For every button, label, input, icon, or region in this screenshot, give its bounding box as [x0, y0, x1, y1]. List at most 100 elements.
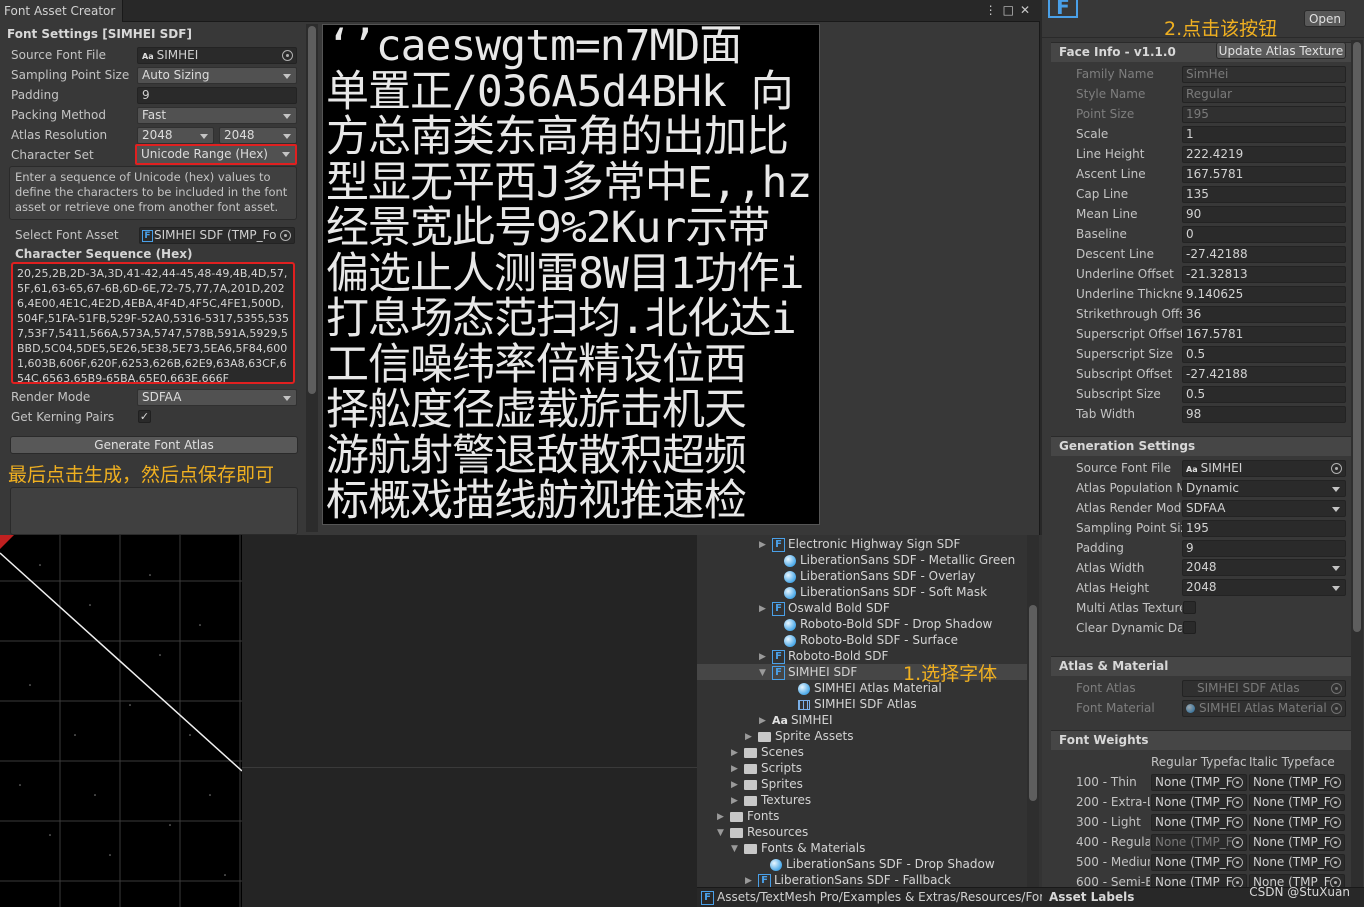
collapsed-arrow-icon[interactable]: ▶ [731, 761, 741, 777]
font-weight-italic-field[interactable]: None (TMP_F [1249, 814, 1345, 831]
object-picker-icon[interactable] [1232, 837, 1243, 848]
packing-method-dropdown[interactable]: Fast [137, 107, 297, 124]
inspector-scrollbar[interactable] [1351, 40, 1363, 887]
atlas-render-mode-dropdown[interactable]: SDFAA [1182, 500, 1346, 517]
project-item[interactable]: LiberationSans SDF - Overlay [784, 568, 975, 584]
project-item[interactable]: LiberationSans SDF - Metallic Green [784, 552, 1015, 568]
object-picker-icon[interactable] [1331, 463, 1342, 474]
atlas-population-dropdown[interactable]: Dynamic [1182, 480, 1346, 497]
font-weight-italic-field[interactable]: None (TMP_F [1249, 834, 1345, 851]
project-item[interactable]: ▶ Scenes [731, 744, 804, 760]
face-info-value[interactable]: 0 [1182, 226, 1346, 243]
clear-dynamic-checkbox[interactable] [1183, 621, 1196, 634]
face-info-value[interactable]: 0.5 [1182, 346, 1346, 363]
project-item[interactable]: ▼ F SIMHEI SDF [759, 664, 857, 680]
project-item[interactable]: Roboto-Bold SDF - Surface [784, 632, 958, 648]
character-set-dropdown[interactable]: Unicode Range (Hex) [135, 144, 297, 165]
project-item[interactable]: SIMHEI SDF Atlas [798, 696, 917, 712]
font-weights-header[interactable]: Font Weights [1051, 730, 1351, 750]
tab-font-asset-creator[interactable]: Font Asset Creator [0, 0, 123, 22]
face-info-value[interactable]: -27.42188 [1182, 246, 1346, 263]
face-info-value[interactable]: 135 [1182, 186, 1346, 203]
project-item[interactable]: ▼ Resources [717, 824, 808, 840]
project-item[interactable]: ▶ Fonts [717, 808, 779, 824]
source-font-file-field[interactable]: Aa SIMHEI [137, 47, 297, 64]
more-options-icon[interactable]: ⋮ [985, 3, 1003, 17]
project-item[interactable]: ▼ Fonts & Materials [731, 840, 865, 856]
collapsed-arrow-icon[interactable]: ▶ [717, 809, 727, 825]
project-item[interactable]: ▶ Sprite Assets [745, 728, 853, 744]
atlas-height-dropdown[interactable]: 2048 [219, 127, 297, 144]
object-picker-icon[interactable] [280, 230, 291, 241]
update-atlas-texture-button[interactable]: Update Atlas Texture [1216, 42, 1346, 59]
face-info-value[interactable]: -27.42188 [1182, 366, 1346, 383]
atlas-width-dropdown[interactable]: 2048 [137, 127, 214, 144]
font-weight-italic-field[interactable]: None (TMP_F [1249, 854, 1345, 871]
gen-atlas-width-dropdown[interactable]: 2048 [1182, 559, 1346, 576]
sampling-point-size-dropdown[interactable]: Auto Sizing [137, 67, 297, 84]
font-weight-italic-field[interactable]: None (TMP_F [1249, 774, 1345, 791]
face-info-value[interactable]: 167.5781 [1182, 166, 1346, 183]
project-item[interactable]: ▶ F LiberationSans SDF - Fallback [745, 872, 951, 888]
face-info-value[interactable]: 167.5781 [1182, 326, 1346, 343]
font-weight-italic-field[interactable]: None (TMP_F [1249, 794, 1345, 811]
object-picker-icon[interactable] [1330, 777, 1341, 788]
open-button[interactable]: Open [1304, 10, 1346, 27]
face-info-value[interactable]: 0.5 [1182, 386, 1346, 403]
padding-input[interactable]: 9 [137, 87, 297, 104]
font-weight-regular-field[interactable]: None (TMP_F [1151, 794, 1247, 811]
generation-settings-header[interactable]: Generation Settings [1051, 436, 1351, 456]
project-item[interactable]: ▶ F Roboto-Bold SDF [759, 648, 888, 664]
face-info-value[interactable]: 222.4219 [1182, 146, 1346, 163]
project-item[interactable]: ▶ Textures [731, 792, 811, 808]
gen-sampling-size-input[interactable]: 195 [1182, 520, 1346, 537]
face-info-value[interactable]: 98 [1182, 406, 1346, 423]
gen-atlas-height-dropdown[interactable]: 2048 [1182, 579, 1346, 596]
select-font-asset-field[interactable]: F SIMHEI SDF (TMP_Fo [139, 227, 295, 244]
project-item[interactable]: ▶ Sprites [731, 776, 803, 792]
project-scrollbar-thumb[interactable] [1029, 605, 1037, 801]
maximize-icon[interactable]: □ [1003, 3, 1020, 17]
font-weight-regular-field[interactable]: None (TMP_F [1151, 814, 1247, 831]
project-item[interactable]: ▶ Scripts [731, 760, 802, 776]
face-info-value[interactable]: 1 [1182, 126, 1346, 143]
project-item[interactable]: LiberationSans SDF - Drop Shadow [770, 856, 995, 872]
object-picker-icon[interactable] [282, 50, 293, 61]
object-picker-icon[interactable] [1330, 857, 1341, 868]
object-picker-icon[interactable] [1330, 797, 1341, 808]
multi-atlas-checkbox[interactable] [1183, 601, 1196, 614]
collapsed-arrow-icon[interactable]: ▶ [759, 649, 769, 665]
inspector-scrollbar-thumb[interactable] [1353, 42, 1361, 632]
font-weight-regular-field[interactable]: None (TMP_F [1151, 854, 1247, 871]
settings-scrollbar-thumb[interactable] [308, 26, 316, 394]
collapsed-arrow-icon[interactable]: ▶ [759, 713, 769, 729]
object-picker-icon[interactable] [1330, 817, 1341, 828]
close-icon[interactable]: ✕ [1020, 3, 1036, 17]
project-item[interactable]: LiberationSans SDF - Soft Mask [784, 584, 987, 600]
atlas-material-header[interactable]: Atlas & Material [1051, 656, 1351, 676]
expanded-arrow-icon[interactable]: ▼ [717, 825, 727, 841]
font-weight-regular-field[interactable]: None (TMP_F [1151, 834, 1247, 851]
font-weight-regular-field[interactable]: None (TMP_F [1151, 774, 1247, 791]
object-picker-icon[interactable] [1232, 797, 1243, 808]
object-picker-icon[interactable] [1232, 777, 1243, 788]
collapsed-arrow-icon[interactable]: ▶ [731, 777, 741, 793]
scene-view[interactable] [0, 535, 242, 907]
project-scrollbar[interactable] [1027, 535, 1039, 887]
object-picker-icon[interactable] [1330, 837, 1341, 848]
render-mode-dropdown[interactable]: SDFAA [137, 389, 297, 406]
object-picker-icon[interactable] [1232, 817, 1243, 828]
project-item[interactable]: ▶ F Oswald Bold SDF [759, 600, 890, 616]
generate-font-atlas-button[interactable]: Generate Font Atlas [10, 436, 298, 454]
collapsed-arrow-icon[interactable]: ▶ [731, 745, 741, 761]
face-info-value[interactable]: -21.32813 [1182, 266, 1346, 283]
expanded-arrow-icon[interactable]: ▼ [759, 665, 769, 681]
project-item[interactable]: ▶ Aa SIMHEI [759, 712, 833, 728]
gen-padding-input[interactable]: 9 [1182, 540, 1346, 557]
collapsed-arrow-icon[interactable]: ▶ [759, 601, 769, 617]
character-sequence-textarea[interactable]: 20,25,2B,2D-3A,3D,41-42,44-45,48-49,4B,4… [11, 262, 295, 384]
collapsed-arrow-icon[interactable]: ▶ [759, 537, 769, 553]
gen-source-font-field[interactable]: Aa SIMHEI [1182, 460, 1346, 477]
collapsed-arrow-icon[interactable]: ▶ [745, 729, 755, 745]
face-info-value[interactable]: 9.140625 [1182, 286, 1346, 303]
